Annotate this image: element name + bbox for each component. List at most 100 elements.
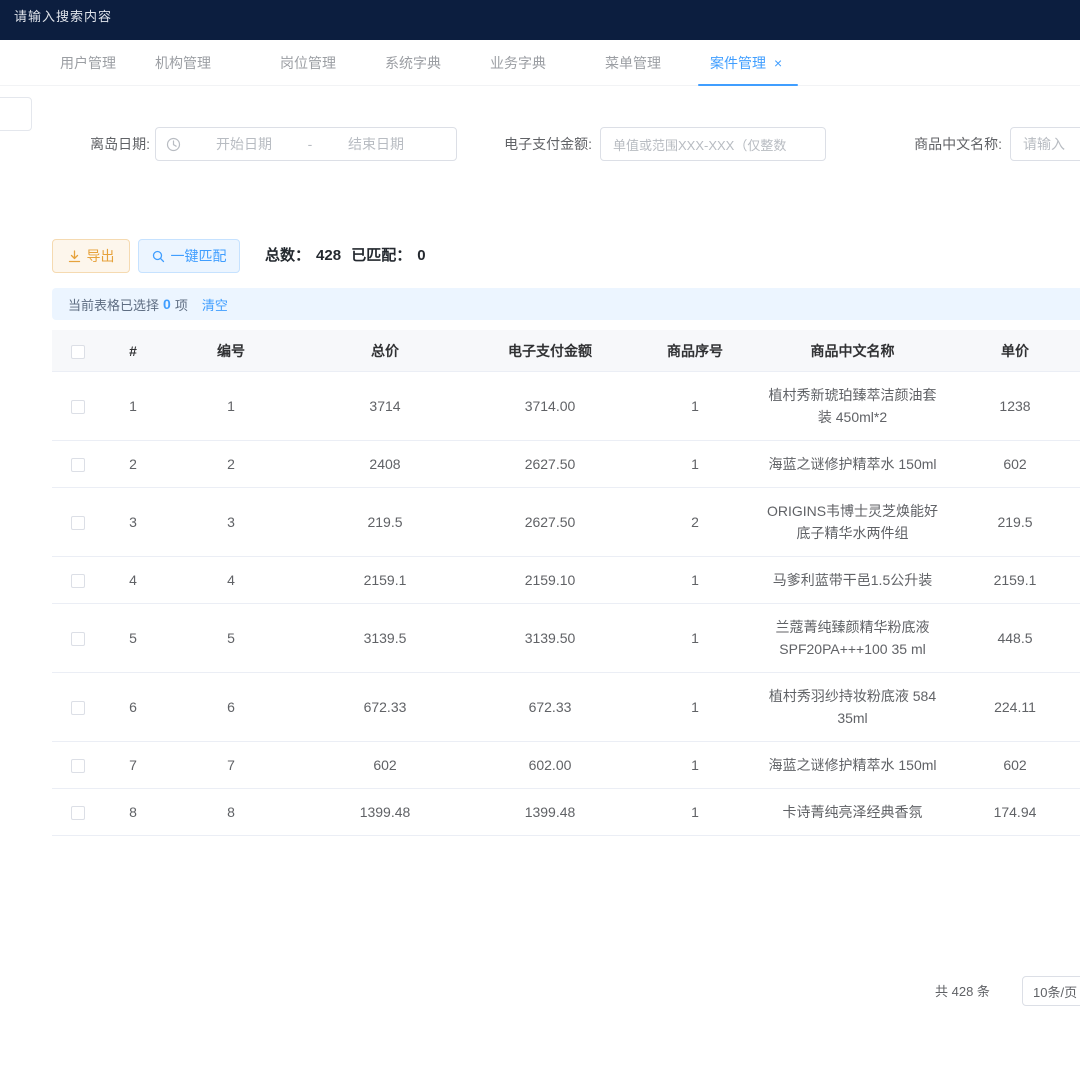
date-range-picker[interactable]: 开始日期 - 结束日期: [155, 127, 457, 161]
selection-suffix: 项: [175, 295, 188, 314]
cell-code: 5: [162, 615, 300, 661]
cell-name: 海蓝之谜修护精萃水 150ml: [760, 441, 945, 487]
pagination-total: 共 428 条: [935, 977, 990, 1007]
tab-bar: 用户管理 机构管理 岗位管理 系统字典 业务字典 菜单管理 案件管理 ×: [0, 40, 1080, 86]
page-size-select[interactable]: 10条/页: [1022, 976, 1080, 1006]
cell-seq: 2: [630, 499, 760, 545]
row-checkbox[interactable]: [71, 759, 85, 773]
table-row: 66672.33672.331植村秀羽纱持妆粉底液 584 35ml224.11: [52, 673, 1080, 742]
tab-label: 菜单管理: [605, 55, 661, 71]
tab-label: 业务字典: [490, 55, 546, 71]
export-button-label: 导出: [87, 246, 115, 266]
column-header: 编号: [162, 341, 300, 361]
tab-4[interactable]: 系统字典: [385, 40, 441, 86]
row-checkbox[interactable]: [71, 806, 85, 820]
close-tab-icon[interactable]: ×: [774, 55, 782, 71]
cell-code: 6: [162, 684, 300, 730]
cell-seq: 1: [630, 383, 760, 429]
cell-unit: 602: [945, 742, 1080, 788]
column-header: 电子支付金额: [470, 341, 630, 361]
cell-index: 7: [104, 742, 162, 788]
tab-1[interactable]: 用户管理: [60, 40, 116, 86]
product-name-placeholder: 请输入: [1023, 134, 1065, 154]
cell-seq: 1: [630, 557, 760, 603]
cell-code: 1: [162, 383, 300, 429]
cell-total: 602: [300, 742, 470, 788]
cell-index: 4: [104, 557, 162, 603]
column-header: 单价: [945, 341, 1080, 361]
cell-epay: 602.00: [470, 742, 630, 788]
cell-total: 2159.1: [300, 557, 470, 603]
product-name-input[interactable]: 请输入: [1010, 127, 1080, 161]
epay-amount-label: 电子支付金额:: [478, 127, 592, 161]
row-checkbox[interactable]: [71, 516, 85, 530]
column-header: 商品序号: [630, 341, 760, 361]
row-checkbox[interactable]: [71, 574, 85, 588]
tab-5[interactable]: 业务字典: [490, 40, 546, 86]
column-header: 总价: [300, 341, 470, 361]
selection-prefix: 当前表格已选择: [68, 295, 159, 314]
end-date-placeholder[interactable]: 结束日期: [322, 134, 430, 154]
global-search-input[interactable]: 请输入搜索内容: [14, 6, 112, 25]
search-icon: [152, 250, 165, 263]
start-date-placeholder[interactable]: 开始日期: [190, 134, 298, 154]
cell-unit: 602: [945, 441, 1080, 487]
table-row: 2224082627.501海蓝之谜修护精萃水 150ml602: [52, 441, 1080, 488]
clear-selection-link[interactable]: 清空: [202, 295, 228, 314]
cell-name: 卡诗菁纯亮泽经典香氛: [760, 789, 945, 835]
row-checkbox-cell: [52, 615, 104, 661]
row-checkbox[interactable]: [71, 632, 85, 646]
table-header: #编号总价电子支付金额商品序号商品中文名称单价: [52, 330, 1080, 372]
cell-name: 兰蔻菁纯臻颜精华粉底液SPF20PA+++100 35 ml: [760, 604, 945, 672]
cell-name: ORIGINS韦博士灵芝焕能好底子精华水两件组: [760, 488, 945, 556]
page-size-value: 10条/页: [1033, 982, 1077, 1001]
cell-epay: 672.33: [470, 684, 630, 730]
select-all-checkbox[interactable]: [71, 345, 85, 359]
row-checkbox[interactable]: [71, 458, 85, 472]
cell-seq: 1: [630, 742, 760, 788]
cell-code: 4: [162, 557, 300, 603]
total-label: 总数：: [265, 247, 310, 264]
matched-value: 0: [417, 247, 425, 264]
cell-epay: 2627.50: [470, 499, 630, 545]
table-row: 442159.12159.101马爹利蓝带干邑1.5公升装2159.1: [52, 557, 1080, 604]
tab-3[interactable]: 岗位管理: [280, 40, 336, 86]
one-click-match-button[interactable]: 一键匹配: [138, 239, 240, 273]
cell-epay: 3714.00: [470, 383, 630, 429]
date-range-separator: -: [298, 136, 322, 152]
tab-label: 用户管理: [60, 55, 116, 71]
row-checkbox[interactable]: [71, 701, 85, 715]
row-checkbox-cell: [52, 742, 104, 788]
header-checkbox-cell: [52, 342, 104, 358]
cell-total: 3139.5: [300, 615, 470, 661]
epay-amount-input[interactable]: 单值或范围XXX-XXX（仅整数: [600, 127, 826, 161]
cell-total: 2408: [300, 441, 470, 487]
tab-label: 系统字典: [385, 55, 441, 71]
table-row: 553139.53139.501兰蔻菁纯臻颜精华粉底液SPF20PA+++100…: [52, 604, 1080, 673]
row-checkbox-cell: [52, 557, 104, 603]
cell-index: 6: [104, 684, 162, 730]
row-checkbox-cell: [52, 684, 104, 730]
column-header: #: [104, 343, 162, 359]
column-header: 商品中文名称: [760, 341, 945, 361]
row-checkbox[interactable]: [71, 400, 85, 414]
tab-7[interactable]: 案件管理 ×: [710, 40, 782, 86]
tab-2[interactable]: 机构管理: [155, 40, 211, 86]
matched-label: 已匹配：: [351, 247, 411, 264]
cell-unit: 174.94: [945, 789, 1080, 835]
row-checkbox-cell: [52, 383, 104, 429]
tab-label: 案件管理: [710, 55, 766, 71]
cell-code: 2: [162, 441, 300, 487]
table-body: 1137143714.001植村秀新琥珀臻萃洁颜油套装 450ml*212382…: [52, 372, 1080, 836]
cell-epay: 2627.50: [470, 441, 630, 487]
cell-unit: 1238: [945, 383, 1080, 429]
total-value: 428: [316, 247, 341, 264]
cell-unit: 219.5: [945, 499, 1080, 545]
selection-count: 0: [163, 296, 171, 312]
tab-6[interactable]: 菜单管理: [605, 40, 661, 86]
clock-icon: [156, 137, 190, 152]
export-button[interactable]: 导出: [52, 239, 130, 273]
tab-label: 机构管理: [155, 55, 211, 71]
top-navbar: 请输入搜索内容: [0, 0, 1080, 40]
case-table: #编号总价电子支付金额商品序号商品中文名称单价 1137143714.001植村…: [52, 330, 1080, 905]
